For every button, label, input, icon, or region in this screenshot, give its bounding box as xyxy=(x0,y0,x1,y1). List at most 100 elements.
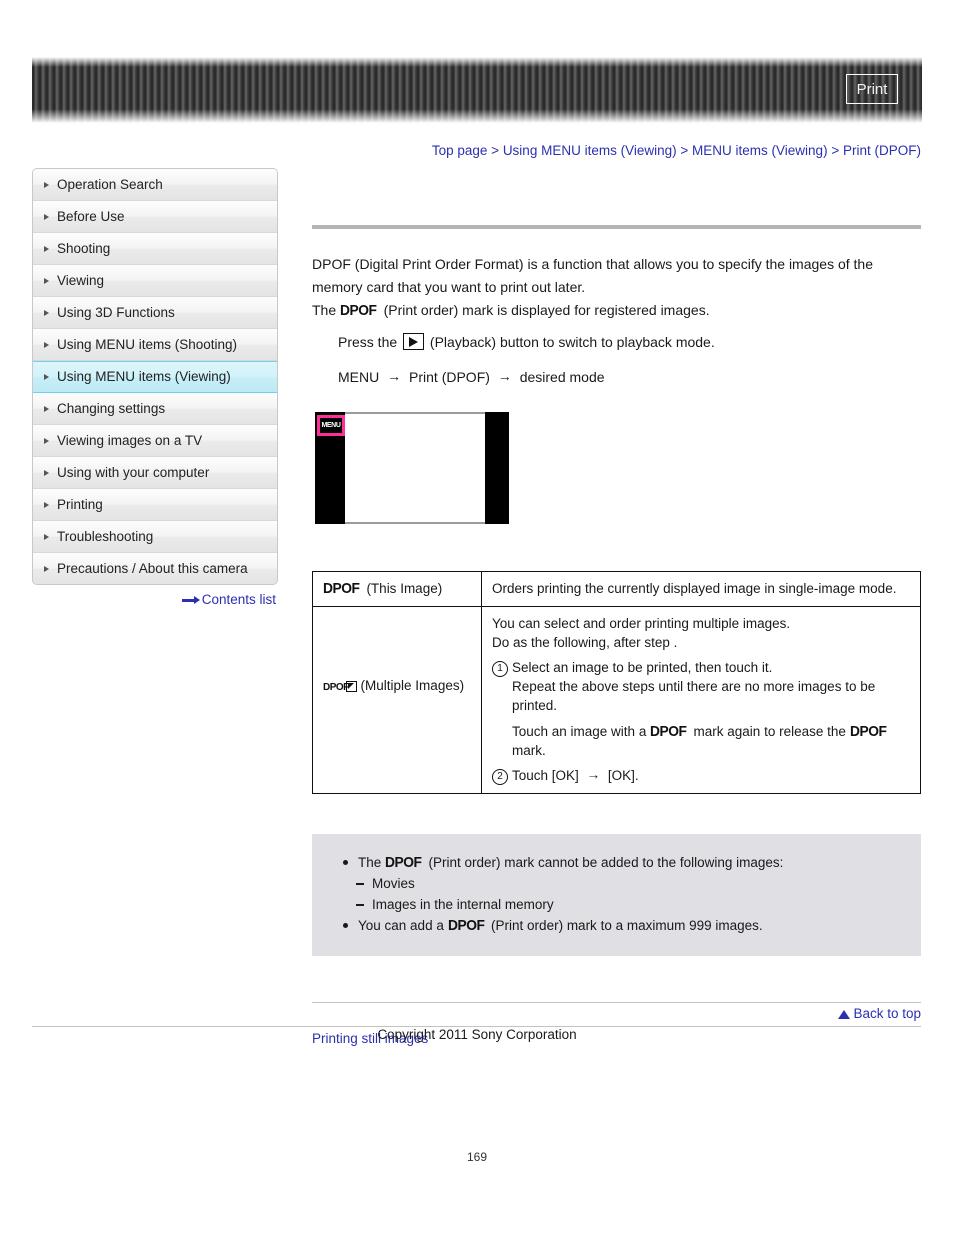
breadcrumb: Top page > Using MENU items (Viewing) > … xyxy=(0,143,921,158)
release-line-suffix: mark. xyxy=(512,743,546,758)
dpof-logo-icon: DPOF xyxy=(385,854,422,871)
breadcrumb-separator: > xyxy=(831,143,840,158)
step-2: 2 Touch [OK] → [OK]. xyxy=(492,766,910,785)
step-text-before: Touch [OK] xyxy=(512,768,579,783)
breadcrumb-separator: > xyxy=(491,143,500,158)
sidebar-item-label: Viewing images on a TV xyxy=(57,433,203,448)
note-item: You can add a DPOF (Print order) mark to… xyxy=(342,915,921,936)
dpof-logo-icon: DPOF xyxy=(340,302,377,319)
sidebar-item-label: Viewing xyxy=(57,273,105,288)
menu-path-end: desired mode xyxy=(519,369,605,385)
step-line: printed. xyxy=(512,698,558,713)
content-bottom-divider xyxy=(312,1002,921,1003)
sidebar-item-label: Using with your computer xyxy=(57,465,210,480)
chevron-right-icon xyxy=(44,213,49,220)
sidebar-navigation: Operation Search Before Use Shooting Vie… xyxy=(32,168,278,585)
playback-step-prefix: Press the xyxy=(338,334,398,350)
sidebar-item-label: Using 3D Functions xyxy=(57,305,175,320)
step-line: Repeat the above steps until there are n… xyxy=(512,679,876,694)
mode-label: (Multiple Images) xyxy=(360,678,465,693)
sidebar-item-printing[interactable]: Printing xyxy=(33,489,277,521)
camera-screen-figure: MENU xyxy=(314,411,510,525)
page-number: 169 xyxy=(466,1150,488,1164)
sidebar-item-viewing-images-on-a-tv[interactable]: Viewing images on a TV xyxy=(33,425,277,457)
release-line-middle: mark again to release the xyxy=(693,724,846,739)
sidebar-item-label: Precautions / About this camera xyxy=(57,561,248,576)
main-content: DPOF (Digital Print Order Format) is a f… xyxy=(312,168,921,1048)
note-subitem: Images in the internal memory xyxy=(342,894,921,915)
chevron-right-icon xyxy=(44,309,49,316)
back-to-top-label: Back to top xyxy=(853,1006,921,1021)
figure-screen-area xyxy=(345,412,485,524)
chevron-right-icon xyxy=(44,533,49,540)
back-to-top-link[interactable]: Back to top xyxy=(312,1006,921,1021)
notes-list: The DPOF (Print order) mark cannot be ad… xyxy=(312,852,921,936)
mode-cell-this-image: DPOF (This Image) xyxy=(312,571,482,607)
copyright-text: Copyright 2011 Sony Corporation xyxy=(377,1027,577,1042)
arrow-right-glyph: → xyxy=(497,368,512,384)
note-prefix: You can add a xyxy=(358,918,444,933)
release-line-prefix: Touch an image with a xyxy=(512,724,647,739)
step-number-badge: 1 xyxy=(492,661,508,677)
mode-cell-multiple-images: DPOF (Multiple Images) xyxy=(312,606,482,794)
chevron-right-icon xyxy=(44,565,49,572)
chevron-right-icon xyxy=(44,277,49,284)
chevron-right-icon xyxy=(44,405,49,412)
breadcrumb-item-using-menu-items-viewing[interactable]: Using MENU items (Viewing) xyxy=(503,143,677,158)
contents-list-link[interactable]: Contents list xyxy=(32,592,276,607)
chevron-right-icon xyxy=(44,469,49,476)
sidebar-item-changing-settings[interactable]: Changing settings xyxy=(33,393,277,425)
sidebar-item-using-with-your-computer[interactable]: Using with your computer xyxy=(33,457,277,489)
breadcrumb-item-print-dpof[interactable]: Print (DPOF) xyxy=(843,143,921,158)
page-header-banner: Print xyxy=(32,57,922,123)
description-line: You can select and order printing multip… xyxy=(492,616,791,631)
sidebar-item-precautions-about-this-camera[interactable]: Precautions / About this camera xyxy=(33,553,277,584)
intro-line-3-suffix: (Print order) mark is displayed for regi… xyxy=(383,302,710,318)
note-suffix: (Print order) mark to a maximum 999 imag… xyxy=(491,918,763,933)
print-modes-table: DPOF (This Image) Orders printing the cu… xyxy=(312,571,921,794)
dpof-logo-icon: DPOF xyxy=(447,917,485,934)
sidebar-item-label: Troubleshooting xyxy=(57,529,154,544)
figure-right-black-bar xyxy=(485,412,509,524)
print-button[interactable]: Print xyxy=(846,74,898,104)
mode-description-multiple-images: You can select and order printing multip… xyxy=(481,606,921,794)
playback-step: Press the (Playback) button to switch to… xyxy=(338,331,921,354)
sidebar-item-label: Changing settings xyxy=(57,401,166,416)
playback-button-icon xyxy=(403,333,425,350)
sidebar-item-using-3d-functions[interactable]: Using 3D Functions xyxy=(33,297,277,329)
sidebar-item-label: Using MENU items (Viewing) xyxy=(57,369,231,384)
menu-path-start: MENU xyxy=(338,369,380,385)
chevron-right-icon xyxy=(44,437,49,444)
sidebar-item-label: Using MENU items (Shooting) xyxy=(57,337,238,352)
sidebar-item-before-use[interactable]: Before Use xyxy=(33,201,277,233)
breadcrumb-item-menu-items-viewing[interactable]: MENU items (Viewing) xyxy=(692,143,828,158)
dpof-logo-icon: DPOF xyxy=(323,580,360,597)
menu-path-middle: Print (DPOF) xyxy=(409,369,490,385)
note-subitem: Movies xyxy=(342,873,921,894)
sidebar-item-label: Operation Search xyxy=(57,177,163,192)
chevron-right-icon xyxy=(44,341,49,348)
checkbox-icon xyxy=(345,681,357,692)
notes-box: The DPOF (Print order) mark cannot be ad… xyxy=(312,834,921,956)
sidebar-item-viewing[interactable]: Viewing xyxy=(33,265,277,297)
menu-button-highlight[interactable]: MENU xyxy=(317,415,345,436)
note-prefix: The xyxy=(358,855,382,870)
sidebar-item-using-menu-items-viewing[interactable]: Using MENU items (Viewing) xyxy=(33,361,277,393)
sidebar-item-operation-search[interactable]: Operation Search xyxy=(33,169,277,201)
step-text-after: [OK]. xyxy=(607,768,639,783)
step-line: Select an image to be printed, then touc… xyxy=(512,660,773,675)
intro-line-2: memory card that you want to print out l… xyxy=(312,279,586,295)
sidebar-item-shooting[interactable]: Shooting xyxy=(33,233,277,265)
mode-label: (This Image) xyxy=(366,581,443,596)
arrow-right-glyph: → xyxy=(586,767,601,782)
breadcrumb-separator: > xyxy=(680,143,689,158)
step-release-line: Touch an image with a DPOF mark again to… xyxy=(512,722,910,760)
triangle-up-icon xyxy=(838,1010,851,1019)
dpof-logo-icon: DPOF xyxy=(650,723,687,740)
chevron-right-icon xyxy=(44,374,49,380)
breadcrumb-item-top-page[interactable]: Top page xyxy=(432,143,488,158)
sidebar-item-using-menu-items-shooting[interactable]: Using MENU items (Shooting) xyxy=(33,329,277,361)
table-row: DPOF (Multiple Images) You can select an… xyxy=(312,606,921,794)
description-line: Orders printing the currently displayed … xyxy=(492,581,897,596)
sidebar-item-troubleshooting[interactable]: Troubleshooting xyxy=(33,521,277,553)
